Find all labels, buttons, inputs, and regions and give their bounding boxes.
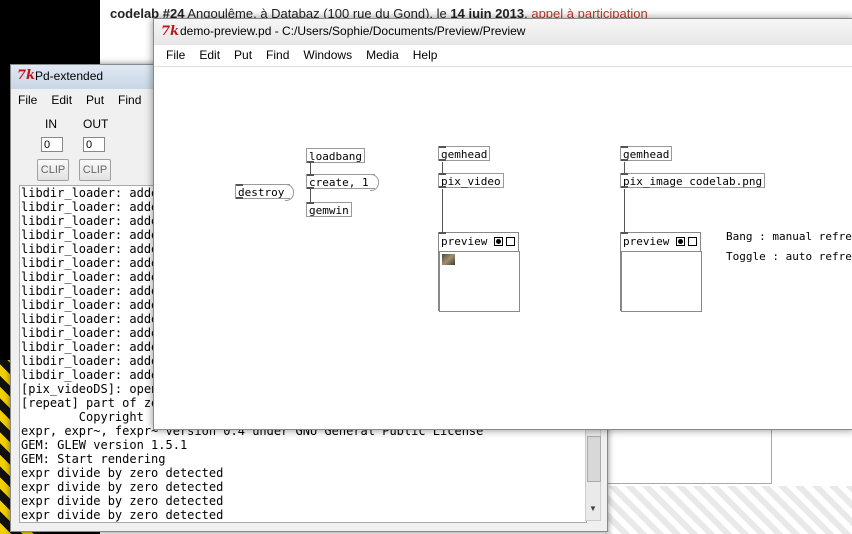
outlet[interactable] [439,186,446,188]
inlet[interactable] [307,174,314,176]
subpatch-title: preview [441,235,488,248]
wire-pixvideo-preview [442,189,443,233]
inlet[interactable] [439,232,446,234]
tk-logo-icon: 7k [17,68,36,83]
inlet[interactable] [621,173,628,175]
console-line: GEM: GLEW version 1.5.1 [21,438,188,452]
message-text: create, 1 [309,176,369,189]
gemwin-object[interactable]: gemwin [306,202,352,217]
console-line: expr divide by zero detected [21,508,224,522]
console-line: expr divide by zero detected [21,480,224,494]
outlet[interactable] [621,186,628,188]
pix-image-object[interactable]: pix_image codelab.png [620,173,766,188]
outlet[interactable] [307,187,314,189]
scroll-down-arrow-icon[interactable]: ▼ [587,504,599,518]
bang-icon[interactable] [494,237,503,246]
wire-create-gemwin [310,189,311,203]
console-scroll-thumb[interactable] [587,436,601,482]
background-pattern [605,486,852,534]
subpatch-title: preview [623,235,670,248]
tk-logo-icon: 7k [161,24,180,39]
bang-comment: Bang : manual refresh [726,230,852,243]
destroy-message[interactable]: destroy [235,184,295,201]
create-message[interactable]: create, 1 [306,174,379,191]
out-clip-indicator: CLIP [79,159,111,181]
inlet[interactable] [307,202,314,204]
in-level-field: 0 [41,137,63,152]
patch-menu-put[interactable]: Put [227,46,259,62]
console-line: expr divide by zero detected [21,494,224,508]
console-line: expr divide by zero detected [21,466,224,480]
object-text: gemhead [441,148,488,161]
pd-window-title: Pd-extended [35,69,104,83]
object-text: loadbang [309,150,362,163]
outlet[interactable] [236,197,243,199]
preview-subpatch[interactable]: preview [620,232,702,312]
patch-menu-windows[interactable]: Windows [296,46,359,62]
patch-menu-edit[interactable]: Edit [192,46,227,62]
pix-video-object[interactable]: pix_video [438,173,504,188]
object-text: pix_image codelab.png [623,175,763,188]
loadbang-object[interactable]: loadbang [306,148,365,163]
toggle-icon[interactable] [506,237,515,246]
pd-menu-find[interactable]: Find [111,91,148,107]
object-text: gemwin [309,204,349,217]
pd-audio-controls: IN OUT 0 0 CLIP CLIP [11,111,151,185]
patch-menu-file[interactable]: File [154,46,192,62]
patch-titlebar[interactable]: 7k demo-preview.pd - C:/Users/Sophie/Doc… [154,19,852,45]
inlet[interactable] [621,232,628,234]
pd-menu-edit[interactable]: Edit [44,91,79,107]
outlet[interactable] [439,159,446,161]
patch-window: 7k demo-preview.pd - C:/Users/Sophie/Doc… [153,18,852,430]
wire-gemhead-pixvideo [442,162,443,173]
inlet[interactable] [439,146,446,148]
inlet[interactable] [236,184,243,186]
patch-menubar: File Edit Put Find Windows Media Help [154,46,852,67]
message-text: destroy [238,186,285,199]
toggle-comment: Toggle : auto refresh [726,250,852,263]
video-thumbnail [442,254,455,265]
inlet[interactable] [621,146,628,148]
patch-menu-help[interactable]: Help [406,46,445,62]
object-text: pix_video [441,175,501,188]
patch-menu-find[interactable]: Find [259,46,296,62]
wire-piximage-preview [624,189,625,233]
out-level-field: 0 [83,137,105,152]
inlet[interactable] [439,173,446,175]
toggle-icon[interactable] [688,237,697,246]
in-clip-indicator: CLIP [37,159,69,181]
bang-icon[interactable] [676,237,685,246]
preview-display [621,251,702,312]
pd-menu-file[interactable]: File [11,91,44,107]
outlet[interactable] [307,161,314,163]
object-text: gemhead [623,148,670,161]
patch-menu-media[interactable]: Media [359,46,406,62]
in-label: IN [45,117,57,131]
wire-gemhead-piximage [624,162,625,173]
gemhead-object[interactable]: gemhead [438,146,491,161]
outlet[interactable] [621,159,628,161]
patch-canvas[interactable]: loadbang create, 1 gemwin destroy gemhea… [154,67,852,429]
gemhead-object[interactable]: gemhead [620,146,673,161]
preview-subpatch[interactable]: preview [438,232,520,312]
console-line: GEM: Start rendering [21,452,166,466]
preview-display [439,251,520,312]
pd-menu-put[interactable]: Put [79,91,111,107]
out-label: OUT [83,117,109,131]
background-textarea[interactable] [600,425,772,484]
patch-window-title: demo-preview.pd - C:/Users/Sophie/Docume… [180,24,526,38]
